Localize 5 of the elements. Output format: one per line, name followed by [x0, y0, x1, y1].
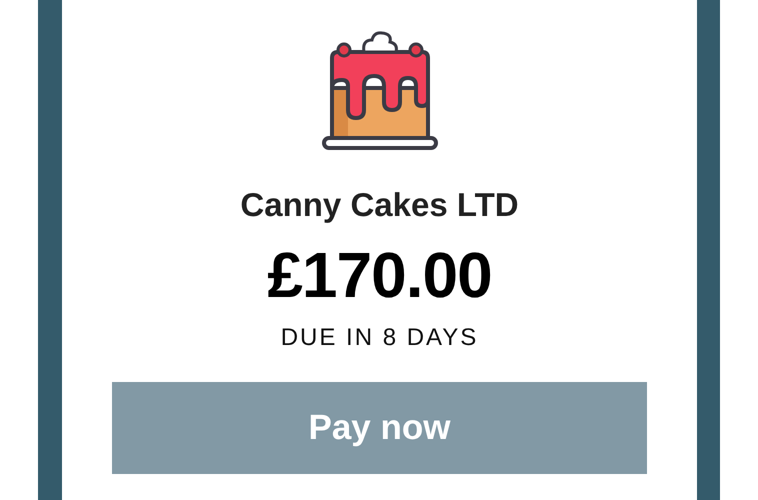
pay-button[interactable]: Pay now	[112, 382, 647, 474]
due-date: DUE IN 8 DAYS	[280, 324, 478, 352]
cake-icon	[322, 30, 438, 152]
amount-due: £170.00	[267, 238, 492, 312]
merchant-name: Canny Cakes LTD	[240, 186, 519, 224]
